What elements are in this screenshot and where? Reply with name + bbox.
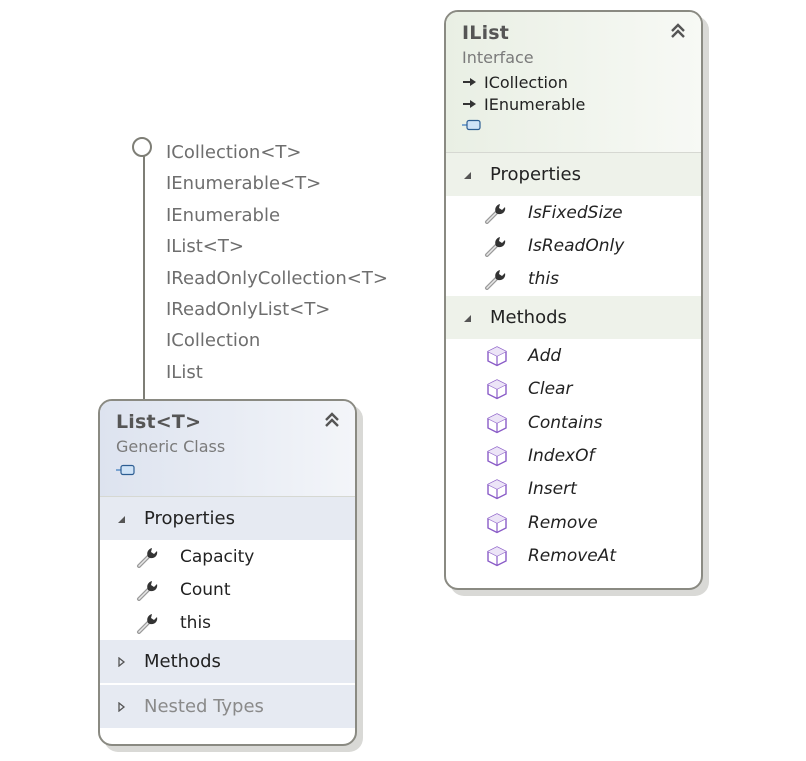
- class-shape-icon: [116, 464, 136, 476]
- expanded-triangle-icon: [462, 313, 472, 323]
- interface-label[interactable]: ICollection<T>: [166, 141, 388, 172]
- property-item[interactable]: Count: [100, 573, 355, 606]
- method-name: Contains: [528, 412, 603, 433]
- method-item[interactable]: Clear: [446, 373, 701, 406]
- section-methods[interactable]: Methods: [100, 640, 355, 684]
- interface-label[interactable]: IEnumerable: [166, 204, 388, 235]
- method-cube-icon: [484, 378, 510, 400]
- inherited-interface: ICollection: [462, 71, 685, 93]
- section-properties[interactable]: Properties: [446, 153, 701, 196]
- method-name: Clear: [528, 379, 573, 400]
- wrench-icon: [136, 612, 162, 634]
- property-item[interactable]: this: [446, 263, 701, 296]
- method-cube-icon: [484, 412, 510, 434]
- method-item[interactable]: Remove: [446, 506, 701, 539]
- method-item[interactable]: IndexOf: [446, 439, 701, 472]
- method-cube-icon: [484, 445, 510, 467]
- ilist-interface-shape[interactable]: IList Interface ICollection IEnumerable …: [444, 10, 703, 590]
- method-item[interactable]: Contains: [446, 406, 701, 439]
- method-cube-icon: [484, 545, 510, 567]
- property-name: this: [528, 269, 560, 290]
- wrench-icon: [136, 579, 162, 601]
- wrench-icon: [136, 546, 162, 568]
- collapsed-triangle-icon: [116, 657, 126, 667]
- method-item[interactable]: RemoveAt: [446, 540, 701, 573]
- method-name: Remove: [528, 512, 598, 533]
- lollipop-connector-line: [143, 156, 145, 400]
- shape-stereotype: Interface: [462, 48, 534, 67]
- shape-title: IList: [462, 22, 510, 44]
- property-name: Count: [180, 580, 231, 601]
- section-label: Nested Types: [144, 696, 264, 718]
- shape-header: IList Interface ICollection IEnumerable: [446, 12, 701, 153]
- method-item[interactable]: Insert: [446, 473, 701, 506]
- property-name: IsReadOnly: [528, 236, 625, 257]
- inherited-interface: IEnumerable: [462, 93, 685, 115]
- list-t-class-shape[interactable]: List<T> Generic Class Properties Capacit…: [98, 399, 357, 746]
- interface-label[interactable]: IEnumerable<T>: [166, 172, 388, 203]
- method-name: Insert: [528, 479, 577, 500]
- shape-header: List<T> Generic Class: [100, 401, 355, 497]
- method-cube-icon: [484, 478, 510, 500]
- expanded-triangle-icon: [116, 514, 126, 524]
- interface-label[interactable]: IList: [166, 361, 388, 392]
- shape-stereotype: Generic Class: [116, 437, 226, 456]
- method-name: IndexOf: [528, 446, 595, 467]
- double-chevron-up-icon[interactable]: [669, 22, 687, 40]
- property-item[interactable]: IsReadOnly: [446, 229, 701, 262]
- collapsed-triangle-icon: [116, 702, 126, 712]
- wrench-icon: [484, 202, 510, 224]
- shape-title: List<T>: [116, 411, 202, 433]
- section-label: Methods: [490, 307, 567, 329]
- property-item[interactable]: Capacity: [100, 540, 355, 573]
- method-cube-icon: [484, 345, 510, 367]
- implemented-interfaces-list: ICollection<T> IEnumerable<T> IEnumerabl…: [166, 141, 388, 392]
- method-item[interactable]: Add: [446, 339, 701, 372]
- expanded-triangle-icon: [462, 170, 472, 180]
- method-cube-icon: [484, 512, 510, 534]
- method-name: Add: [528, 345, 562, 366]
- section-label: Properties: [144, 508, 235, 529]
- interface-label[interactable]: IReadOnlyCollection<T>: [166, 267, 388, 298]
- method-name: RemoveAt: [528, 546, 617, 567]
- section-nested-types[interactable]: Nested Types: [100, 685, 355, 729]
- section-label: Methods: [144, 651, 221, 673]
- section-label: Properties: [490, 164, 581, 185]
- arrow-right-icon: [462, 76, 478, 88]
- property-item[interactable]: this: [100, 607, 355, 640]
- lollipop-interface-circle: [132, 137, 152, 157]
- inherited-interface-label: ICollection: [484, 72, 568, 92]
- arrow-right-icon: [462, 98, 478, 110]
- property-item[interactable]: IsFixedSize: [446, 196, 701, 229]
- interface-label[interactable]: IList<T>: [166, 235, 388, 266]
- interface-label[interactable]: ICollection: [166, 329, 388, 360]
- interface-shape-icon: [462, 119, 482, 131]
- property-name: this: [180, 613, 212, 634]
- wrench-icon: [484, 268, 510, 290]
- double-chevron-up-icon[interactable]: [323, 411, 341, 429]
- property-name: Capacity: [180, 546, 255, 567]
- inherited-interface-label: IEnumerable: [484, 94, 586, 114]
- interface-label[interactable]: IReadOnlyList<T>: [166, 298, 388, 329]
- section-properties[interactable]: Properties: [100, 497, 355, 540]
- wrench-icon: [484, 235, 510, 257]
- property-name: IsFixedSize: [528, 202, 623, 223]
- section-methods[interactable]: Methods: [446, 296, 701, 340]
